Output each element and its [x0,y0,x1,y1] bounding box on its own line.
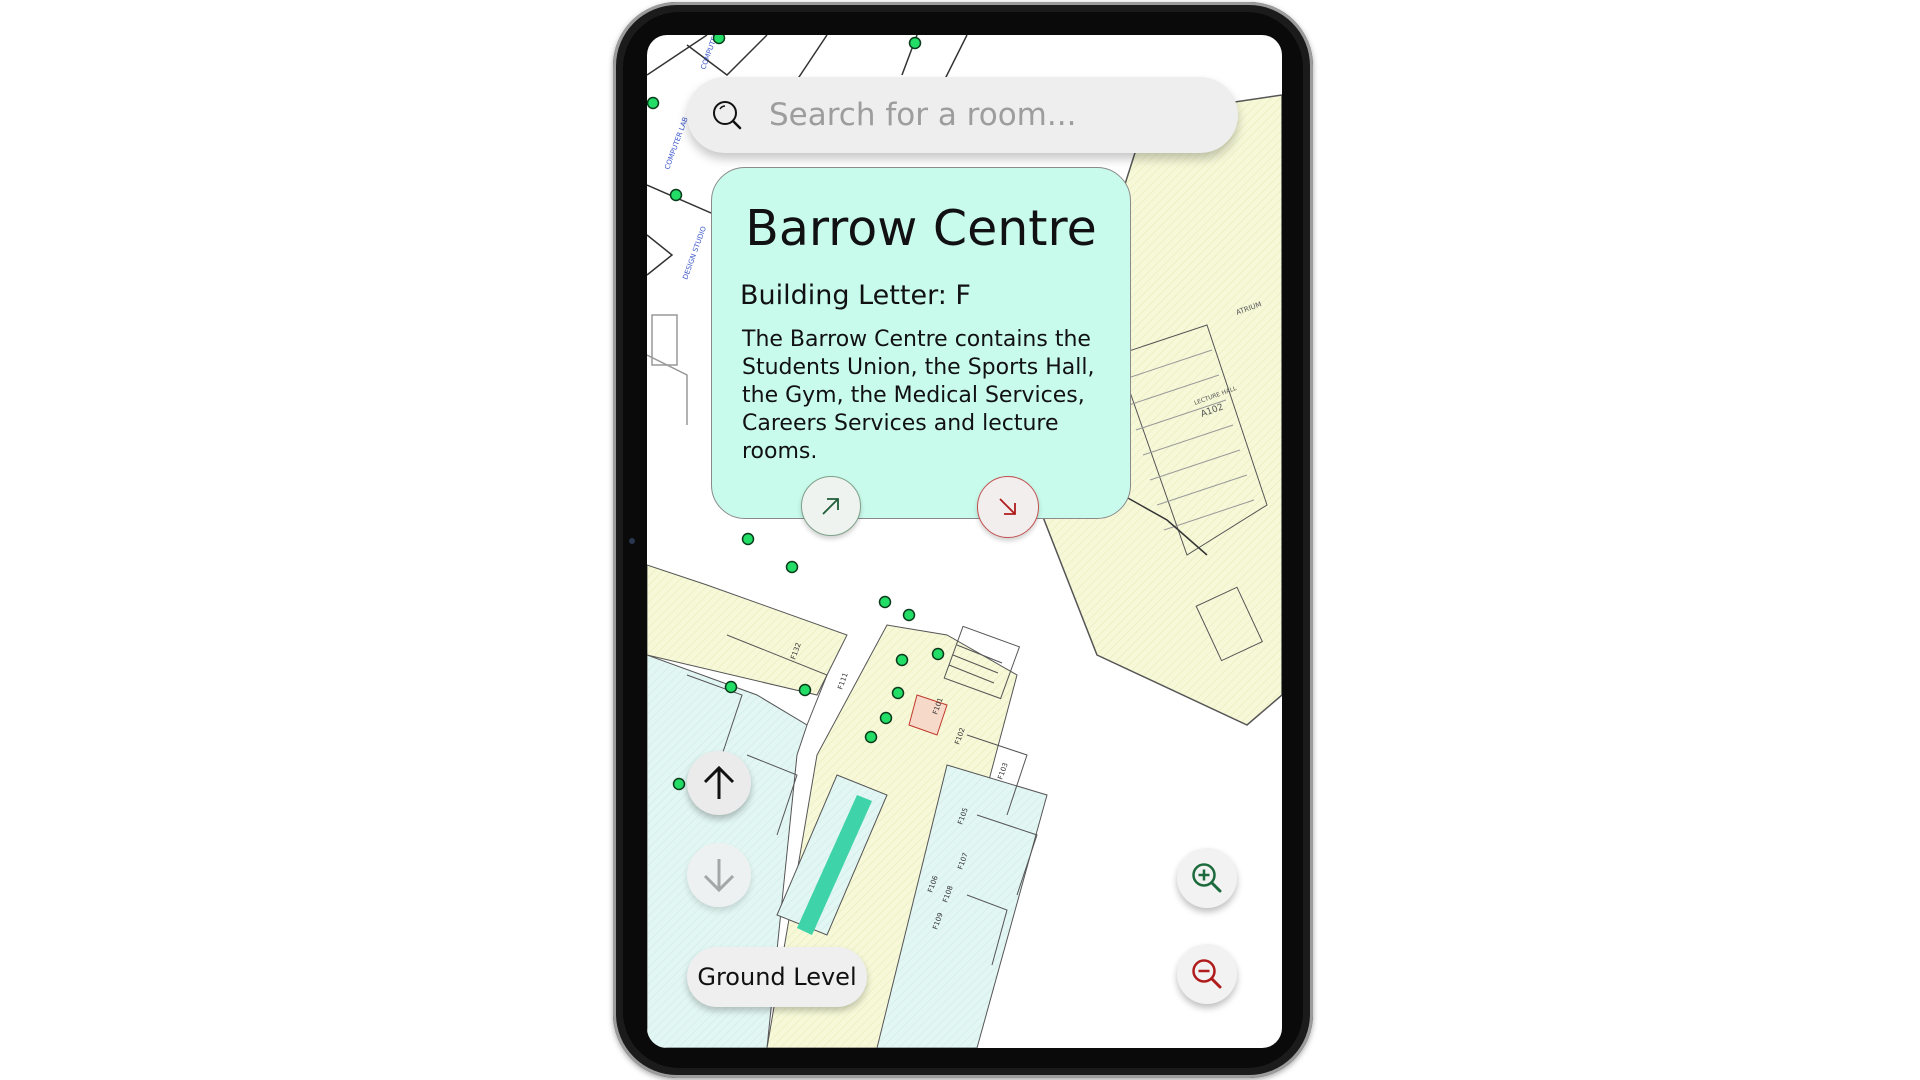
building-title: Barrow Centre [745,200,1097,257]
arrow-up-icon [703,765,735,799]
room-marker[interactable] [672,777,686,791]
arrow-up-right-icon [822,498,839,515]
room-marker[interactable] [895,653,909,667]
search-icon [713,101,742,130]
search-input[interactable]: Search for a room... [769,97,1076,133]
room-marker[interactable] [908,36,922,50]
level-down-button[interactable] [687,843,751,907]
arrow-down-icon [703,859,735,893]
app-screen: COMPUTER LAB COMPUTER LAB DESIGN STUDIO … [647,35,1282,1048]
label-design-studio: DESIGN STUDIO [681,225,708,281]
room-marker[interactable] [864,730,878,744]
room-marker[interactable] [798,683,812,697]
arrow-down-right-icon [999,498,1016,515]
room-marker[interactable] [891,686,905,700]
room-marker[interactable] [902,608,916,622]
room-marker[interactable] [647,96,660,110]
building-info-popup: Barrow Centre Building Letter: F The Bar… [711,167,1131,519]
zoom-in-icon [1192,863,1222,893]
room-marker[interactable] [785,560,799,574]
building-description: The Barrow Centre contains the Students … [742,327,1095,464]
room-marker[interactable] [931,647,945,661]
room-marker[interactable] [712,35,726,45]
zoom-in-button[interactable] [1177,848,1237,908]
front-camera [629,538,635,544]
room-marker[interactable] [741,532,755,546]
search-bar[interactable]: Search for a room... [687,77,1238,153]
label-room-f111: F111 [836,672,849,691]
zoom-out-button[interactable] [1177,944,1237,1004]
label-room-f103: F103 [996,762,1009,781]
room-marker[interactable] [724,680,738,694]
building-letter: Building Letter: F [740,280,971,311]
zoom-out-icon [1192,959,1222,989]
room-marker[interactable] [669,188,683,202]
route-to-here-button[interactable] [977,476,1039,538]
svg-text:COMPUTER LAB: COMPUTER LAB [663,116,689,171]
route-from-here-button[interactable] [801,476,861,536]
room-marker[interactable] [879,711,893,725]
current-level-label: Ground Level [687,947,867,1007]
room-marker[interactable] [878,595,892,609]
level-up-button[interactable] [687,751,751,815]
